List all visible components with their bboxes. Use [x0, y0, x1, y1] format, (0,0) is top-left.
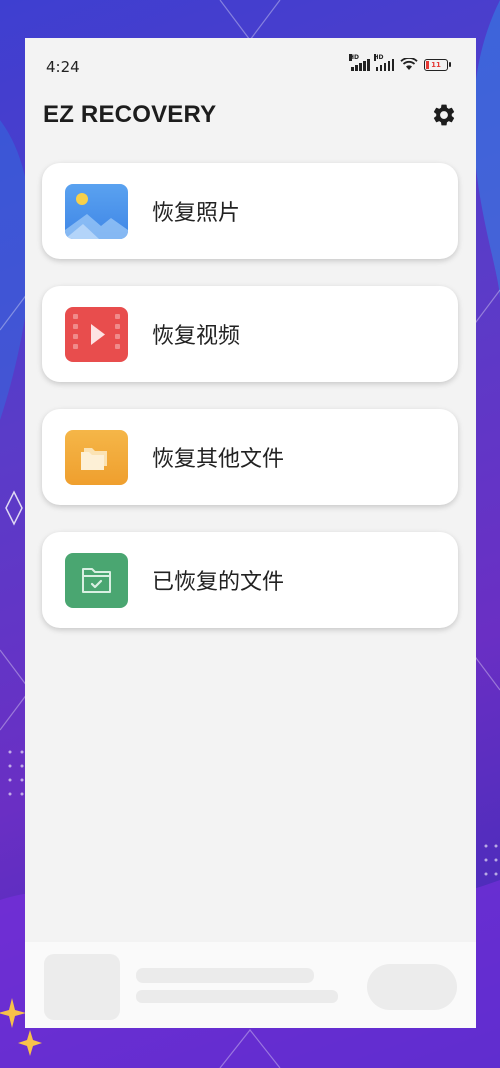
recover-videos-card[interactable]: 恢复视频 — [42, 286, 458, 382]
status-icons: HD HD 11 — [349, 53, 451, 71]
signal-hd-tag: HD — [349, 53, 360, 61]
folder-icon — [65, 429, 128, 485]
folder-check-icon — [65, 552, 128, 608]
recover-other-files-card[interactable]: 恢复其他文件 — [42, 409, 458, 505]
signal-icon: HD — [349, 53, 370, 71]
app-screen: 4:24 HD HD 11 EZ RECOVERY 恢复照片 恢复视频 恢复其他… — [25, 38, 476, 1028]
wifi-icon — [400, 58, 418, 70]
ad-title-placeholder — [136, 968, 314, 983]
recovered-files-card[interactable]: 已恢复的文件 — [42, 532, 458, 628]
card-label: 恢复照片 — [152, 201, 241, 226]
signal-hd-tag: HD — [373, 53, 384, 61]
ad-thumbnail-placeholder — [44, 954, 120, 1020]
card-label: 恢复视频 — [152, 324, 241, 349]
card-label: 恢复其他文件 — [152, 447, 285, 472]
ad-action-button-placeholder[interactable] — [367, 964, 457, 1010]
status-time: 4:24 — [46, 58, 80, 76]
signal-icon: HD — [373, 53, 394, 71]
battery-icon: 11 — [424, 58, 451, 71]
recover-photos-card[interactable]: 恢复照片 — [42, 163, 458, 259]
ad-description-placeholder — [136, 990, 338, 1003]
image-icon — [65, 183, 128, 239]
video-icon — [65, 306, 128, 362]
status-bar: 4:24 HD HD 11 — [25, 38, 476, 96]
gear-icon[interactable] — [431, 102, 457, 128]
card-label: 已恢复的文件 — [152, 570, 285, 595]
ad-banner-placeholder — [25, 942, 476, 1028]
app-title: EZ RECOVERY — [43, 101, 217, 128]
battery-level: 11 — [431, 60, 441, 69]
